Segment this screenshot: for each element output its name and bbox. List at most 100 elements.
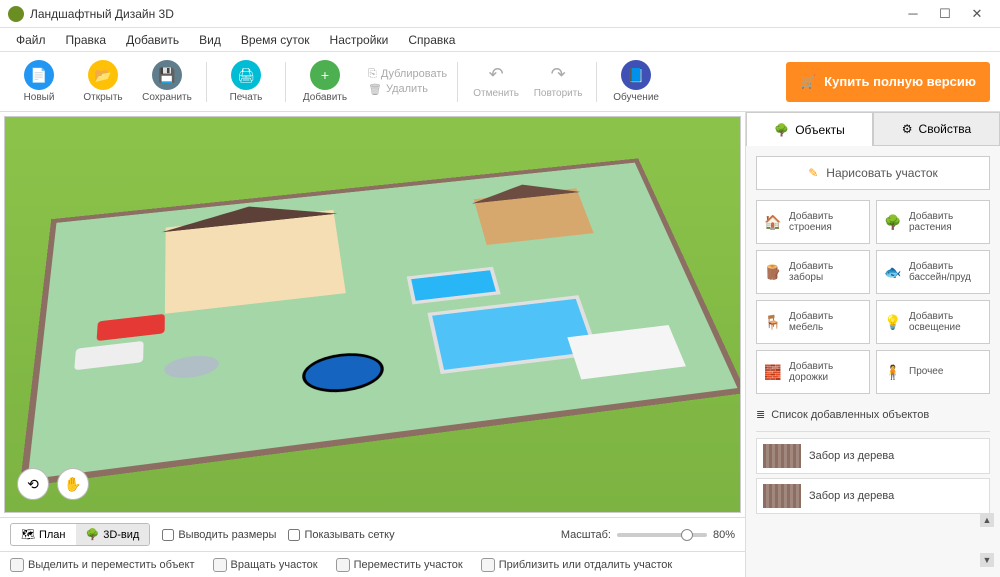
category-icon: 🌳: [883, 212, 903, 232]
object-list-item[interactable]: Забор из дерева: [756, 478, 990, 514]
cursor-icon: [10, 558, 24, 572]
category-label: Прочее: [909, 366, 943, 378]
objects-icon: 🌳: [774, 123, 789, 137]
object-list-item[interactable]: Забор из дерева: [756, 438, 990, 474]
object-label: Забор из дерева: [809, 490, 894, 502]
rotate-icon: [213, 558, 227, 572]
menu-edit[interactable]: Правка: [58, 30, 115, 50]
buy-button[interactable]: 🛒 Купить полную версию: [786, 62, 990, 102]
menu-file[interactable]: Файл: [8, 30, 54, 50]
move-icon: [336, 558, 350, 572]
cart-icon: 🛒: [800, 74, 816, 90]
new-button[interactable]: 📄 Новый: [10, 56, 68, 108]
category-icon: 🧱: [763, 362, 783, 382]
menu-add[interactable]: Добавить: [118, 30, 187, 50]
app-icon: [8, 6, 24, 22]
print-icon: 🖨: [231, 60, 261, 90]
layers-icon: ≣: [756, 408, 765, 421]
category-icon: 🏠: [763, 212, 783, 232]
zoom-icon: [481, 558, 495, 572]
yard-area: [20, 158, 741, 487]
3d-view-button[interactable]: 🌳3D-вид: [76, 524, 150, 545]
category-icon: 🧍: [883, 362, 903, 382]
scale-value: 80%: [713, 529, 735, 541]
delete-button[interactable]: 🗑Удалить: [368, 83, 447, 96]
save-button[interactable]: 💾 Сохранить: [138, 56, 196, 108]
status-bar: Выделить и переместить объект Вращать уч…: [0, 551, 745, 577]
pencil-icon: ✎: [808, 166, 818, 180]
show-grid-checkbox[interactable]: Показывать сетку: [288, 529, 394, 541]
guest-house: [474, 189, 594, 245]
draw-plot-button[interactable]: ✎Нарисовать участок: [756, 156, 990, 190]
scroll-down-button[interactable]: ▼: [980, 553, 994, 567]
undo-button[interactable]: ↶ Отменить: [468, 64, 524, 99]
move-plot-tool[interactable]: Переместить участок: [336, 558, 463, 572]
category-icon: 💡: [883, 312, 903, 332]
pan-tool[interactable]: ✋: [57, 468, 89, 500]
separator: [596, 62, 597, 102]
category-label: Добавитьбассейн/пруд: [909, 261, 971, 284]
category-icon: 🪵: [763, 262, 783, 282]
car-white: [74, 341, 144, 370]
orbit-tool[interactable]: ⟲: [17, 468, 49, 500]
show-dimensions-checkbox[interactable]: Выводить размеры: [162, 529, 276, 541]
fountain: [164, 353, 219, 381]
redo-icon: ↷: [551, 64, 566, 88]
tab-properties[interactable]: ⚙Свойства: [873, 112, 1000, 146]
tutorial-button[interactable]: 📘 Обучение: [607, 56, 665, 108]
print-button[interactable]: 🖨 Печать: [217, 56, 275, 108]
toolbar: 📄 Новый 📂 Открыть 💾 Сохранить 🖨 Печать +…: [0, 52, 1000, 112]
save-icon: 💾: [152, 60, 182, 90]
zoom-plot-tool[interactable]: Приблизить или отдалить участок: [481, 558, 672, 572]
fence-thumb: [763, 484, 801, 508]
rotate-plot-tool[interactable]: Вращать участок: [213, 558, 318, 572]
object-label: Забор из дерева: [809, 450, 894, 462]
plan-view-button[interactable]: 🗺План: [11, 524, 76, 545]
select-move-tool[interactable]: Выделить и переместить объект: [10, 558, 195, 572]
copy-icon: ⎘: [368, 68, 377, 81]
close-button[interactable]: ✕: [962, 4, 992, 24]
category-icon: 🐟: [883, 262, 903, 282]
separator: [285, 62, 286, 102]
add-object-button-1[interactable]: 🌳Добавитьрастения: [876, 200, 990, 244]
add-object-button-6[interactable]: 🧱 Добавитьдорожки: [756, 350, 870, 394]
undo-icon: ↶: [489, 64, 504, 88]
3d-icon: 🌳: [86, 528, 100, 541]
add-object-button-5[interactable]: 💡 Добавитьосвещение: [876, 300, 990, 344]
duplicate-button[interactable]: ⎘Дублировать: [368, 68, 447, 81]
app-title: Ландшафтный Дизайн 3D: [30, 7, 898, 21]
category-label: Добавитьзаборы: [789, 261, 833, 284]
add-object-button-4[interactable]: 🪑Добавитьмебель: [756, 300, 870, 344]
plan-icon: 🗺: [21, 528, 35, 541]
scale-slider[interactable]: [617, 533, 707, 537]
category-label: Добавитьосвещение: [909, 311, 961, 334]
category-label: Добавитьдорожки: [789, 361, 833, 384]
scroll-up-button[interactable]: ▲: [980, 513, 994, 527]
redo-button[interactable]: ↷ Повторить: [530, 64, 586, 99]
viewport-3d[interactable]: ⟲ ✋: [4, 116, 741, 513]
fence-thumb: [763, 444, 801, 468]
scale-label: Масштаб:: [561, 529, 611, 541]
menubar: Файл Правка Добавить Вид Время суток Нас…: [0, 28, 1000, 52]
menu-view[interactable]: Вид: [191, 30, 229, 50]
car-red: [97, 314, 165, 342]
gear-icon: ⚙: [902, 122, 913, 136]
add-button[interactable]: + Добавить: [296, 56, 354, 108]
menu-time[interactable]: Время суток: [233, 30, 318, 50]
open-button[interactable]: 📂 Открыть: [74, 56, 132, 108]
menu-settings[interactable]: Настройки: [322, 30, 397, 50]
object-list-header: ≣Список добавленных объектов: [756, 408, 990, 421]
menu-help[interactable]: Справка: [400, 30, 463, 50]
separator: [457, 62, 458, 102]
titlebar: Ландшафтный Дизайн 3D ─ ☐ ✕: [0, 0, 1000, 28]
tab-objects[interactable]: 🌳Объекты: [746, 112, 873, 146]
category-label: Добавитьстроения: [789, 211, 833, 234]
maximize-button[interactable]: ☐: [930, 4, 960, 24]
add-object-button-0[interactable]: 🏠 Добавитьстроения: [756, 200, 870, 244]
minimize-button[interactable]: ─: [898, 4, 928, 24]
trash-icon: 🗑: [368, 83, 382, 96]
pool: [427, 295, 599, 374]
add-object-button-2[interactable]: 🪵 Добавитьзаборы: [756, 250, 870, 294]
add-object-button-3[interactable]: 🐟 Добавитьбассейн/пруд: [876, 250, 990, 294]
add-object-button-7[interactable]: 🧍 Прочее: [876, 350, 990, 394]
